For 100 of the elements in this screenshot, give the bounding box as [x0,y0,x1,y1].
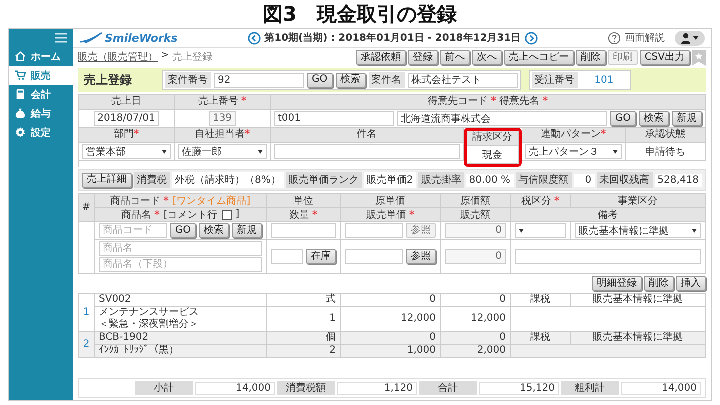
unit-cell: 個 [267,332,341,345]
stock-button[interactable]: 在庫 [306,249,336,264]
total-label: 小計 [135,381,193,395]
cost-price-field[interactable] [345,223,403,238]
field-value: 現金 [482,148,504,162]
sidebar-item[interactable]: 会計 [9,85,73,104]
screen-title: 売上登録 [84,72,133,88]
remark-field[interactable] [515,249,701,264]
sales-price-field[interactable] [345,249,403,264]
help-link[interactable]: 画面解説 [624,31,665,45]
unit-cell: 式 [267,294,341,307]
caret-icon [692,228,697,232]
toolbar-button[interactable]: CSV出力 [640,50,690,65]
previous-period-icon[interactable] [248,32,261,44]
sidebar-item[interactable]: 給与 [9,104,73,123]
toolbar-button[interactable]: 削除 [576,50,606,65]
total-value: 14,000 [195,382,275,394]
breadcrumb-link[interactable]: 販売（販売管理） [78,50,158,64]
customer-code-field[interactable]: t001 [274,111,394,126]
customer-button[interactable]: GO [610,111,636,126]
project-name-field[interactable]: 株式会社テスト [408,72,518,88]
comment-line-checkbox[interactable] [222,210,232,220]
order-number-link[interactable]: 101 [580,74,628,86]
field-value: 申請待ち [644,146,686,158]
product-button[interactable]: GO [170,223,196,238]
select-field[interactable]: 佐藤一郎 [178,144,267,159]
page-title: 図3 現金取引の登録 [263,2,457,26]
logo-swoosh-icon [79,32,103,44]
column-header: 連動パターン* [540,129,606,140]
cost-amount-field: 0 [445,223,506,238]
column-header: 原単価 [376,194,406,208]
text-field[interactable] [274,144,460,159]
tax-category-cell: 課税 [511,332,571,345]
detail-label: 未回収残高 [596,172,653,188]
select-field[interactable]: 売上パターン３ [525,144,622,159]
column-header: 部門* [114,129,140,140]
product-code-field[interactable]: 商品コード [99,223,168,238]
caret-icon [613,150,618,154]
line-button[interactable]: 挿入 [676,276,706,291]
sales-amount-cell: 2,000 [441,345,511,358]
comment-line-label: [コメント行 [164,208,218,222]
product-button[interactable]: 検索 [199,223,229,238]
customer-name-field[interactable]: 北海道流商事株式会 [397,111,608,126]
customer-button[interactable]: 検索 [639,111,669,126]
field-label: 案件番号 [165,72,211,88]
product-button[interactable]: 新規 [232,223,262,238]
cost-price-cell: 0 [341,332,441,345]
line-number-cell[interactable]: 2 [79,332,95,358]
user-menu-button[interactable] [674,30,705,46]
product-name-field[interactable]: 商品名（下段） [99,257,262,272]
quantity-cell: 2 [267,345,341,358]
sales-amount-field: 0 [445,249,506,264]
total-value: 14,000 [621,382,701,394]
project-button[interactable]: GO [307,72,333,88]
gear-icon [15,127,26,138]
cart-icon [15,70,26,81]
toolbar-button[interactable]: 売上へコピー [504,50,574,65]
select-field[interactable]: 営業本部 [82,144,171,159]
detail-value: 販売単価2 [364,172,416,188]
sidebar-item[interactable]: 販売 [9,66,73,85]
line-button[interactable]: 削除 [644,276,674,291]
unit-field[interactable] [271,223,336,238]
quantity-field[interactable] [271,249,303,264]
toolbar-button[interactable]: 登録 [408,50,438,65]
moneybag-icon [15,108,26,119]
reference-button[interactable]: 参照 [406,249,436,264]
toolbar-button[interactable]: 承認依頼 [356,50,406,65]
sidebar-item[interactable]: ホーム [9,47,73,66]
home-icon [15,51,26,62]
next-period-icon[interactable] [525,32,538,44]
business-category-cell: 販売基本情報に準拠 [571,332,706,345]
caret-icon [162,150,167,154]
toolbar-button[interactable]: 前へ [440,50,470,65]
caret-icon [258,150,263,154]
detail-value: 外税（請求時）（8%） [172,172,284,188]
sales-number-field: 139 [208,111,236,126]
product-name-field[interactable]: 商品名 [99,241,262,256]
total-label: 合計 [419,381,477,395]
sales-date-field[interactable]: 2018/07/01 [94,111,160,126]
project-number-field[interactable]: 92 [214,72,304,88]
tax-select[interactable] [515,223,566,238]
tax-category-cell: 課税 [511,294,571,307]
column-header: 売上日 [112,96,142,107]
help-icon[interactable] [608,32,621,44]
column-header: 原価額 [460,194,490,208]
column-header: 商品コード * [110,194,169,208]
menu-icon[interactable] [55,33,67,43]
sidebar-item[interactable]: 設定 [9,123,73,142]
field-label: 案件名 [368,72,405,88]
column-header: 数量 * [289,208,318,222]
field-label: 受注番号 [532,72,578,88]
toolbar-button[interactable]: 次へ [472,50,502,65]
cost-price-cell: 0 [341,294,441,307]
line-button[interactable]: 明細登録 [592,276,642,291]
person-icon [680,32,691,44]
bookmark-star-icon[interactable] [692,50,706,66]
project-button[interactable]: 検索 [336,72,366,88]
business-select[interactable]: 販売基本情報に準拠 [575,223,701,238]
sales-detail-button[interactable]: 売上詳細 [82,172,132,188]
customer-button[interactable]: 新規 [672,111,702,126]
